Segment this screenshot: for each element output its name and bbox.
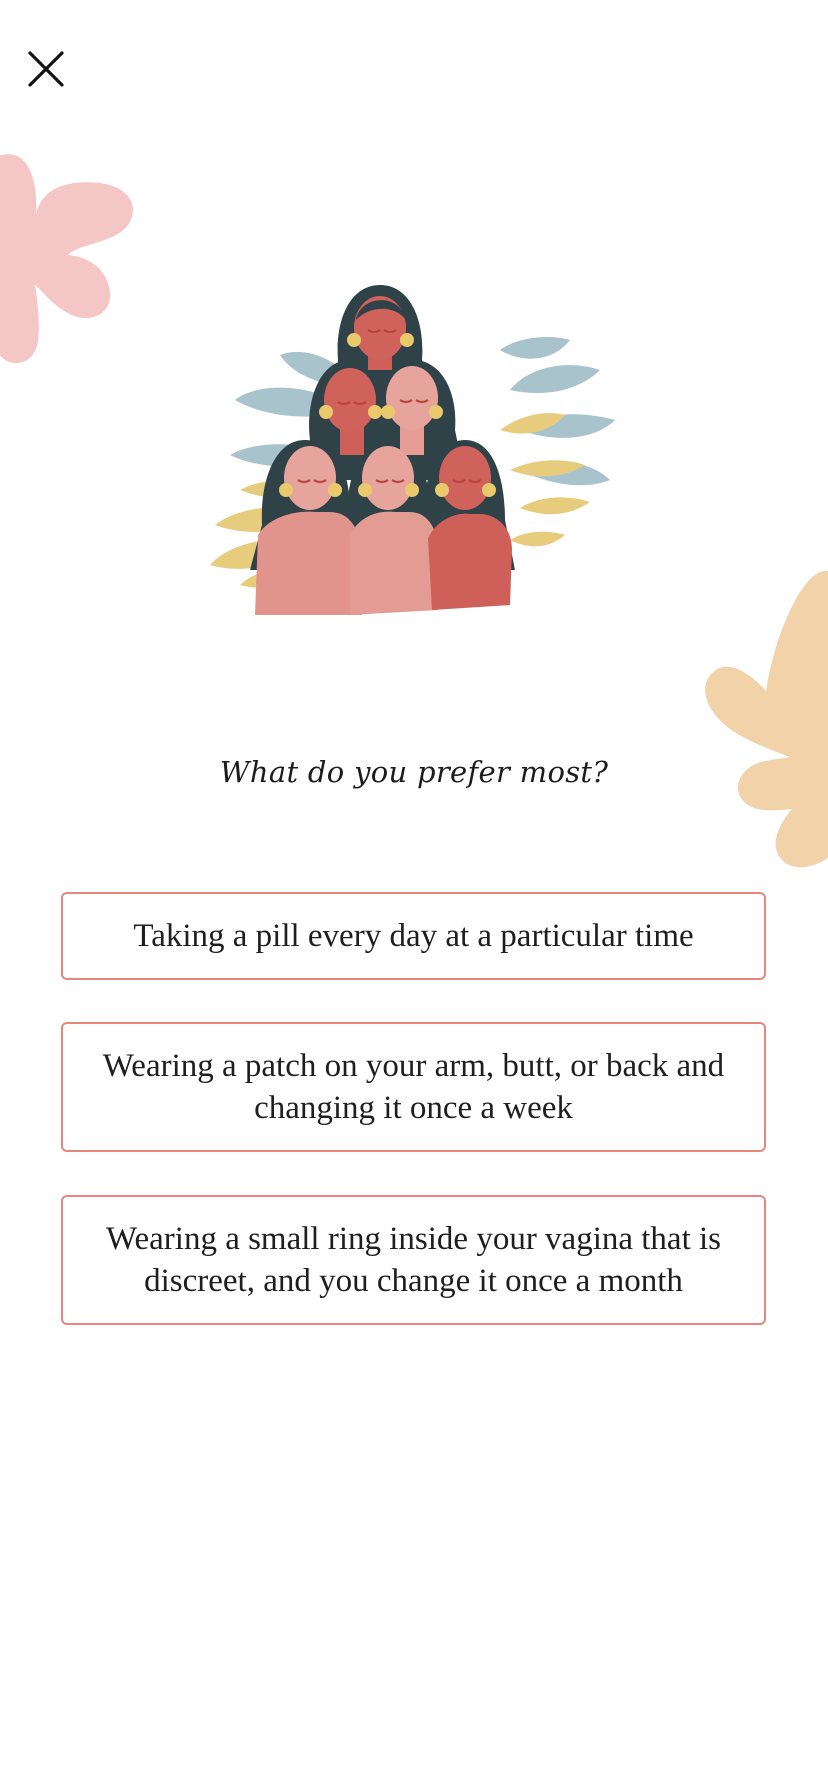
option-label: Taking a pill every day at a particular … xyxy=(133,918,694,954)
women-group-illustration xyxy=(210,285,615,615)
option-label: Wearing a small ring inside your vagina … xyxy=(105,1221,722,1299)
option-ring-button[interactable]: Wearing a small ring inside your vagina … xyxy=(61,1195,766,1325)
decorative-blob-peach xyxy=(705,570,828,868)
option-label: Wearing a patch on your arm, butt, or ba… xyxy=(102,1048,725,1126)
close-icon xyxy=(28,51,64,87)
option-pill-button[interactable]: Taking a pill every day at a particular … xyxy=(61,892,766,980)
close-button[interactable] xyxy=(22,45,70,93)
question-text: What do you prefer most? xyxy=(219,755,609,789)
option-patch-button[interactable]: Wearing a patch on your arm, butt, or ba… xyxy=(61,1022,766,1152)
decorative-blob-pink xyxy=(0,154,133,363)
